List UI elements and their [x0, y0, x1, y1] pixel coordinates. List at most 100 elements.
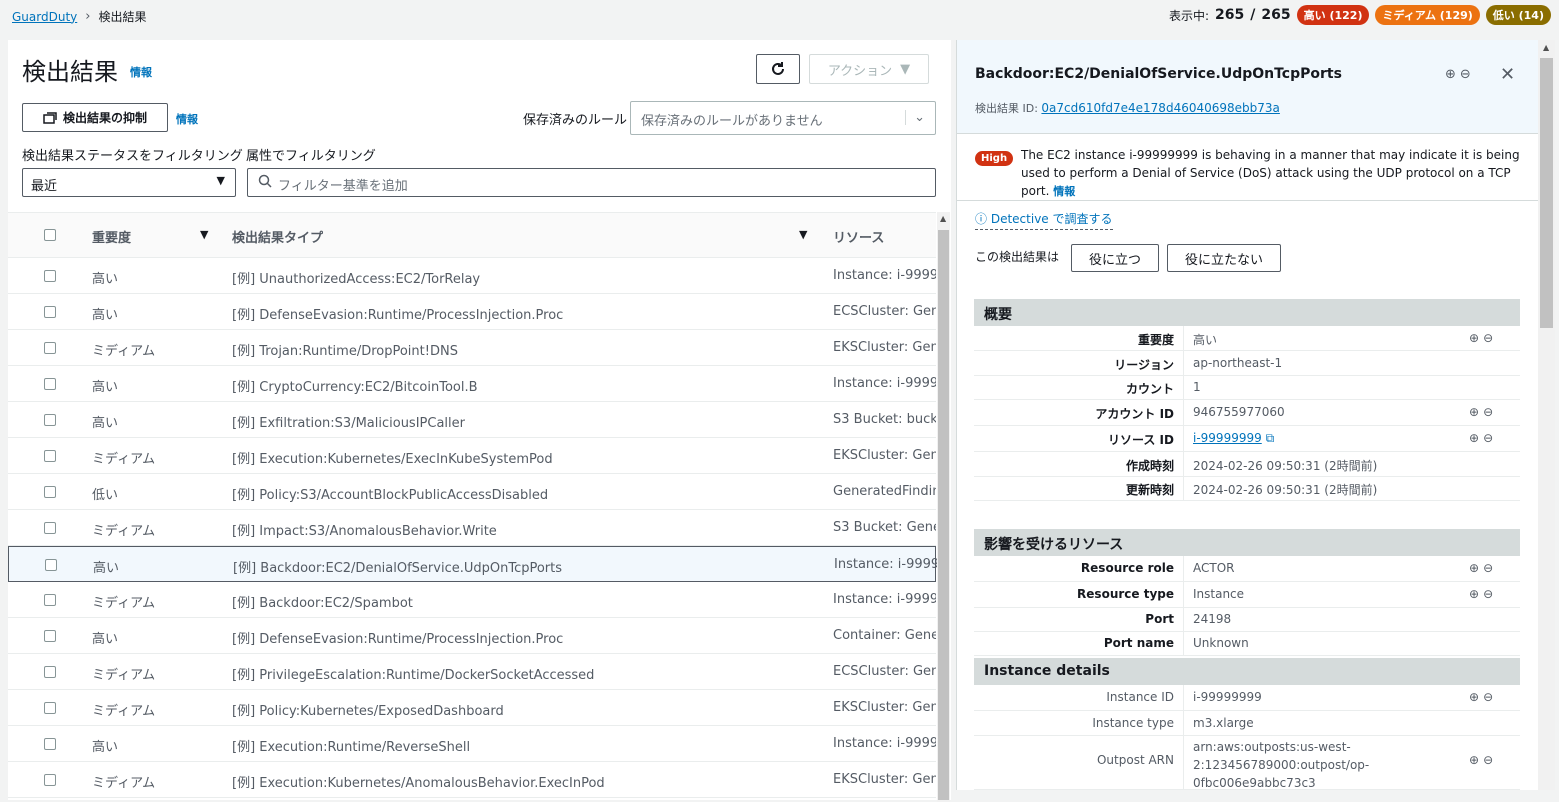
zoom-out-icon[interactable]: ⊖ — [1483, 431, 1497, 445]
suppress-info-link[interactable]: 情報 — [176, 111, 198, 127]
row-checkbox[interactable] — [44, 702, 56, 718]
description-info-link[interactable]: 情報 — [1053, 185, 1075, 198]
row-checkbox[interactable] — [44, 450, 56, 466]
detail-key: リージョン — [1114, 358, 1174, 372]
row-checkbox[interactable] — [44, 774, 56, 790]
detective-link[interactable]: ⓘ Detective で調査する — [975, 210, 1113, 230]
table-row[interactable]: 高い [例] DefenseEvasion:Runtime/ProcessInje… — [8, 618, 936, 654]
filter-search-input[interactable]: フィルター基準を追加 — [247, 168, 936, 197]
row-finding-type[interactable]: [例] CryptoCurrency:EC2/BitcoinTool.B — [232, 376, 478, 395]
info-icon: ⓘ — [975, 212, 988, 226]
zoom-in-icon[interactable]: ⊕ — [1469, 587, 1483, 601]
zoom-in-icon[interactable]: ⊕ — [1469, 690, 1483, 704]
detail-scrollbar[interactable]: ▲ — [1538, 40, 1555, 790]
instance-section-header: Instance details — [974, 658, 1520, 685]
zoom-in-icon[interactable]: ⊕ — [1469, 331, 1483, 345]
table-scrollbar[interactable]: ▲ — [937, 212, 950, 802]
detail-key: Port name — [1103, 636, 1174, 650]
resource-id-link[interactable]: i-99999999 — [1193, 431, 1262, 445]
status-filter-value: 最近 — [31, 179, 58, 194]
table-row[interactable]: ミディアム [例] PrivilegeEscalation:Runtime/Doc… — [8, 654, 936, 690]
table-row[interactable]: ミディアム [例] Impact:S3/AnomalousBehavior.Wri… — [8, 510, 936, 546]
zoom-out-icon[interactable]: ⊖ — [1460, 67, 1475, 82]
saved-rules-select[interactable]: 保存済みのルールがありません ⌄ — [630, 101, 936, 135]
table-row[interactable]: ミディアム [例] Execution:Kubernetes/AnomalousB… — [8, 762, 936, 798]
select-all-checkbox[interactable] — [44, 229, 56, 245]
row-checkbox[interactable] — [44, 270, 56, 286]
row-finding-type[interactable]: [例] PrivilegeEscalation:Runtime/DockerSo… — [232, 664, 594, 683]
row-finding-type[interactable]: [例] DefenseEvasion:Runtime/ProcessInject… — [232, 304, 563, 323]
column-type[interactable]: 検出結果タイプ — [232, 227, 323, 246]
row-checkbox[interactable] — [44, 306, 56, 322]
row-checkbox[interactable] — [44, 414, 56, 430]
table-row[interactable]: 高い [例] Execution:Runtime/ReverseShell Inst… — [8, 726, 936, 762]
row-checkbox[interactable] — [44, 486, 56, 502]
row-checkbox[interactable] — [45, 559, 57, 575]
not-useful-button[interactable]: 役に立たない — [1167, 244, 1281, 272]
row-finding-type[interactable]: [例] UnauthorizedAccess:EC2/TorRelay — [232, 268, 480, 287]
finding-id-link[interactable]: 0a7cd610fd7e4e178d46040698ebb73a — [1041, 101, 1279, 115]
table-row[interactable]: ミディアム [例] Policy:Kubernetes/ExposedDashbo… — [8, 690, 936, 726]
zoom-out-icon[interactable]: ⊖ — [1483, 331, 1497, 345]
zoom-out-icon[interactable]: ⊖ — [1483, 690, 1497, 704]
row-checkbox[interactable] — [44, 666, 56, 682]
close-icon[interactable]: ✕ — [1500, 64, 1515, 85]
row-finding-type[interactable]: [例] Trojan:Runtime/DropPoint!DNS — [232, 340, 458, 359]
row-checkbox[interactable] — [44, 342, 56, 358]
row-finding-type[interactable]: [例] Execution:Kubernetes/AnomalousBehavi… — [232, 772, 605, 791]
scroll-up-icon[interactable]: ▲ — [940, 214, 946, 223]
table-row[interactable]: 低い [例] Policy:S3/AccountBlockPublicAccess… — [8, 474, 936, 510]
useful-button[interactable]: 役に立つ — [1071, 244, 1159, 272]
high-count-badge[interactable]: 高い (122) — [1296, 5, 1370, 25]
table-row[interactable]: ミディアム [例] Execution:Kubernetes/ExecInKube… — [8, 438, 936, 474]
scroll-up-icon[interactable]: ▲ — [1543, 43, 1549, 52]
row-finding-type[interactable]: [例] Impact:S3/AnomalousBehavior.Write — [232, 520, 497, 539]
low-count-badge[interactable]: 低い (14) — [1485, 5, 1551, 25]
row-finding-type[interactable]: [例] Policy:S3/AccountBlockPublicAccessDi… — [232, 484, 548, 503]
row-finding-type[interactable]: [例] Backdoor:EC2/DenialOfService.UdpOnTc… — [233, 557, 562, 576]
medium-count-badge[interactable]: ミディアム (129) — [1375, 5, 1480, 25]
row-checkbox[interactable] — [44, 630, 56, 646]
row-checkbox[interactable] — [44, 522, 56, 538]
scrollbar-thumb[interactable] — [1540, 58, 1553, 328]
table-row[interactable]: 高い [例] DefenseEvasion:Runtime/ProcessInje… — [8, 294, 936, 330]
zoom-out-icon[interactable]: ⊖ — [1483, 753, 1497, 767]
status-filter-select[interactable]: 最近 ▼ — [22, 168, 236, 197]
row-resource: GeneratedFinding — [833, 484, 936, 499]
breadcrumb-guardduty-link[interactable]: GuardDuty — [12, 10, 77, 24]
scrollbar-thumb[interactable] — [938, 230, 949, 800]
suppress-findings-button[interactable]: 検出結果の抑制 — [22, 103, 168, 132]
zoom-in-icon[interactable]: ⊕ — [1469, 561, 1483, 575]
table-row[interactable]: 高い [例] Exfiltration:S3/MaliciousIPCaller S… — [8, 402, 936, 438]
row-checkbox[interactable] — [44, 738, 56, 754]
row-checkbox[interactable] — [44, 594, 56, 610]
external-link-icon[interactable]: ⧉ — [1266, 431, 1275, 445]
row-finding-type[interactable]: [例] DefenseEvasion:Runtime/ProcessInject… — [232, 628, 563, 647]
title-info-link[interactable]: 情報 — [130, 64, 152, 80]
zoom-out-icon[interactable]: ⊖ — [1483, 405, 1497, 419]
column-resource[interactable]: リソース — [833, 227, 936, 246]
zoom-controls: ⊕⊖ — [1469, 331, 1497, 345]
zoom-in-icon[interactable]: ⊕ — [1469, 753, 1483, 767]
zoom-out-icon[interactable]: ⊖ — [1483, 587, 1497, 601]
row-finding-type[interactable]: [例] Execution:Runtime/ReverseShell — [232, 736, 470, 755]
row-finding-type[interactable]: [例] Policy:Kubernetes/ExposedDashboard — [232, 700, 504, 719]
zoom-in-icon[interactable]: ⊕ — [1469, 431, 1483, 445]
sort-severity-icon[interactable]: ▼ — [200, 228, 208, 241]
row-finding-type[interactable]: [例] Backdoor:EC2/Spambot — [232, 592, 413, 611]
column-severity[interactable]: 重要度 — [92, 227, 131, 246]
table-row[interactable]: 高い [例] CryptoCurrency:EC2/BitcoinTool.B In… — [8, 366, 936, 402]
zoom-in-icon[interactable]: ⊕ — [1469, 405, 1483, 419]
row-finding-type[interactable]: [例] Exfiltration:S3/MaliciousIPCaller — [232, 412, 465, 431]
actions-dropdown[interactable]: アクション ▼ — [809, 54, 929, 84]
table-row[interactable]: 高い [例] Backdoor:EC2/DenialOfService.UdpOn… — [8, 546, 937, 582]
zoom-out-icon[interactable]: ⊖ — [1483, 561, 1497, 575]
table-row[interactable]: 高い [例] UnauthorizedAccess:EC2/TorRelay Ins… — [8, 258, 936, 294]
table-row[interactable]: ミディアム [例] Trojan:Runtime/DropPoint!DNS EKS… — [8, 330, 936, 366]
sort-type-icon[interactable]: ▼ — [799, 228, 807, 241]
table-row[interactable]: ミディアム [例] Backdoor:EC2/Spambot Instance: i… — [8, 582, 936, 618]
zoom-in-icon[interactable]: ⊕ — [1445, 67, 1460, 82]
row-finding-type[interactable]: [例] Execution:Kubernetes/ExecInKubeSyste… — [232, 448, 553, 467]
refresh-button[interactable] — [756, 54, 800, 84]
row-checkbox[interactable] — [44, 378, 56, 394]
